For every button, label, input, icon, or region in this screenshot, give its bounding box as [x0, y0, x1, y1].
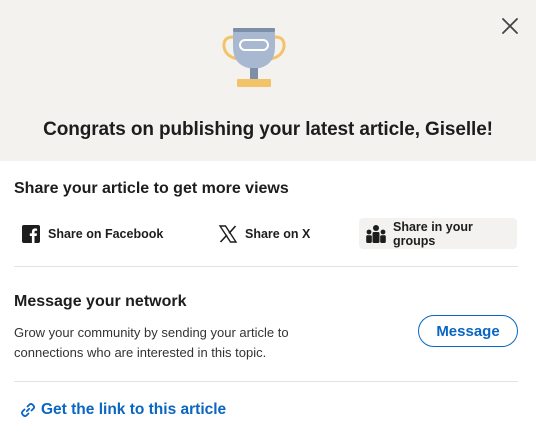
divider	[14, 266, 518, 267]
share-x-button[interactable]: Share on X	[211, 218, 316, 249]
copy-link-button[interactable]: Get the link to this article	[20, 401, 226, 419]
share-x-label: Share on X	[245, 226, 311, 241]
congrats-heading: Congrats on publishing your latest artic…	[43, 119, 493, 140]
share-facebook-label: Share on Facebook	[48, 226, 164, 241]
close-button[interactable]	[496, 12, 524, 40]
message-section-title: Message your network	[14, 293, 187, 310]
celebration-header: Congrats on publishing your latest artic…	[0, 0, 536, 161]
x-icon	[217, 223, 239, 245]
share-groups-label: Share in your groups	[393, 219, 473, 248]
share-groups-button[interactable]: Share in your groups	[359, 218, 517, 249]
message-button[interactable]: Message	[418, 315, 518, 347]
groups-icon	[365, 223, 387, 245]
divider	[14, 381, 518, 382]
copy-link-label: Get the link to this article	[41, 401, 227, 418]
message-description: Grow your community by sending your arti…	[14, 325, 289, 360]
link-icon	[20, 402, 36, 418]
trophy-icon	[222, 28, 286, 87]
facebook-icon	[20, 223, 42, 245]
share-section-title: Share your article to get more views	[14, 180, 289, 197]
close-icon	[502, 18, 518, 34]
share-facebook-button[interactable]: Share on Facebook	[14, 218, 169, 249]
